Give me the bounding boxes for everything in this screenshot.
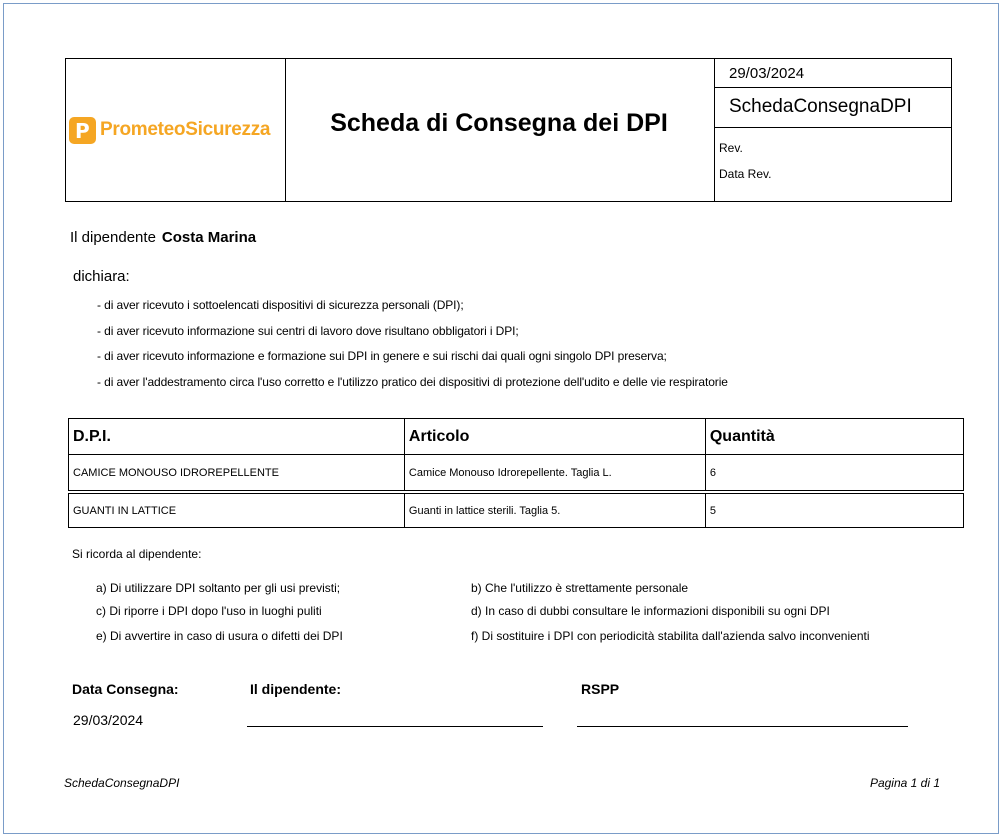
delivery-date-value: 29/03/2024	[73, 712, 144, 728]
dpi-table: D.P.I. Articolo Quantità CAMICE MONOUSO …	[68, 418, 965, 528]
rspp-signature-label: RSPP	[581, 681, 620, 697]
title-cell: Scheda di Consegna dei DPI	[285, 59, 713, 201]
document-title: Scheda di Consegna dei DPI	[330, 109, 668, 137]
table-row: CAMICE MONOUSO IDROREPELLENTE Camice Mon…	[68, 454, 965, 491]
declaration-intro: dichiara:	[73, 268, 130, 285]
reminder-rule: c) Di riporre i DPI dopo l'uso in luoghi…	[96, 604, 322, 618]
info-cell: 29/03/2024 SchedaConsegnaDPI Rev. Data R…	[714, 59, 952, 201]
company-logo: PrometeoSicurezza	[100, 119, 271, 140]
logo-cell: P PrometeoSicurezza	[66, 59, 286, 201]
footer-document-code: SchedaConsegnaDPI	[64, 776, 180, 790]
declaration-item: - di aver ricevuto informazione e formaz…	[97, 349, 667, 363]
reminder-rule: b) Che l'utilizzo è strettamente persona…	[471, 581, 689, 595]
employee-name: Costa Marina	[161, 229, 257, 246]
cell-articolo: Guanti in lattice sterili. Taglia 5.	[403, 493, 706, 528]
table-header-row: D.P.I. Articolo Quantità	[68, 418, 965, 455]
footer-page-number: Pagina 1 di 1	[869, 776, 940, 790]
cell-dpi: GUANTI IN LATTICE	[68, 493, 405, 528]
declaration-item: - di aver l'addestramento circa l'uso co…	[97, 374, 728, 389]
employee-signature-line	[247, 726, 543, 727]
reminder-rule: f) Di sostituire i DPI con periodicità s…	[471, 629, 870, 643]
column-header-articolo: Articolo	[403, 418, 706, 455]
reminder-rule: a) Di utilizzare DPI soltanto per gli us…	[96, 581, 341, 595]
rspp-signature-line	[577, 726, 908, 727]
document-header: P PrometeoSicurezza Scheda di Consegna d…	[65, 58, 952, 202]
declaration-item: - di aver ricevuto informazione sui cent…	[97, 323, 519, 338]
cell-quantita: 5	[704, 493, 965, 528]
delivery-date-label: Data Consegna:	[72, 681, 179, 697]
document-page: P PrometeoSicurezza Scheda di Consegna d…	[3, 3, 999, 834]
employee-signature-label: Il dipendente:	[250, 681, 341, 697]
document-date: 29/03/2024	[715, 59, 952, 88]
cell-articolo: Camice Monouso Idrorepellente. Taglia L.	[403, 454, 706, 491]
cell-quantita: 6	[704, 454, 965, 491]
company-logo-icon: P	[69, 117, 96, 144]
declaration-item: - di aver ricevuto i sottoelencati dispo…	[97, 298, 464, 312]
cell-dpi: CAMICE MONOUSO IDROREPELLENTE	[68, 454, 405, 491]
reminder-rule: e) Di avvertire in caso di usura o difet…	[96, 629, 343, 643]
column-header-quantita: Quantità	[704, 418, 965, 455]
table-row: GUANTI IN LATTICE Guanti in lattice ster…	[68, 493, 965, 528]
column-header-dpi: D.P.I.	[68, 418, 405, 455]
document-code: SchedaConsegnaDPI	[715, 88, 952, 128]
revision-label: Rev.	[719, 141, 743, 155]
employee-label: Il dipendente	[70, 229, 156, 246]
revision-date-label: Data Rev.	[719, 167, 772, 181]
reminder-intro: Si ricorda al dipendente:	[72, 547, 202, 561]
declaration-list: - di aver ricevuto i sottoelencati dispo…	[97, 298, 728, 400]
employee-line: Il dipendente Costa Marina	[70, 229, 256, 246]
reminder-rule: d) In caso di dubbi consultare le inform…	[471, 604, 830, 618]
